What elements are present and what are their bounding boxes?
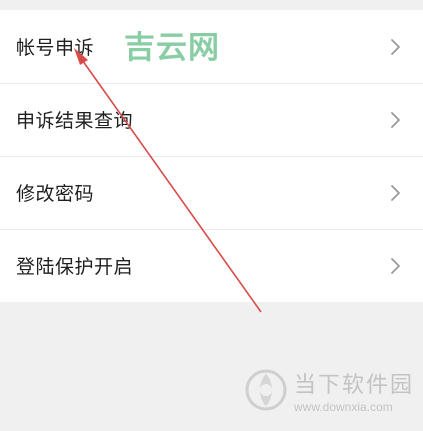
top-gap <box>0 0 423 10</box>
menu-item-appeal-result-query[interactable]: 申诉结果查询 <box>0 83 423 156</box>
chevron-right-icon <box>391 184 400 201</box>
chevron-right-icon <box>391 111 400 128</box>
downxia-logo-icon <box>245 369 287 411</box>
chevron-right-icon <box>391 257 400 274</box>
menu-item-label: 帐号申诉 <box>16 37 95 59</box>
menu-item-label: 登陆保护开启 <box>16 256 134 278</box>
watermark-downxia: 当下软件园 www.downxia.com <box>244 362 414 418</box>
menu-item-change-password[interactable]: 修改密码 <box>0 156 423 229</box>
watermark-title: 当下软件园 <box>294 372 415 398</box>
menu-item-label: 申诉结果查询 <box>16 110 134 132</box>
watermark-url: www.downxia.com <box>294 399 393 414</box>
menu-item-label: 修改密码 <box>16 183 95 205</box>
chevron-right-icon <box>391 38 400 55</box>
watermark-jiyunwang: 吉云网 <box>124 30 220 66</box>
screen: 帐号申诉 申诉结果查询 修改密码 登陆保护开启 吉云网 当下软件园 www.do… <box>0 0 423 431</box>
watermark-text: 当下软件园 www.downxia.com <box>294 367 414 414</box>
menu-item-login-protection[interactable]: 登陆保护开启 <box>0 229 423 302</box>
